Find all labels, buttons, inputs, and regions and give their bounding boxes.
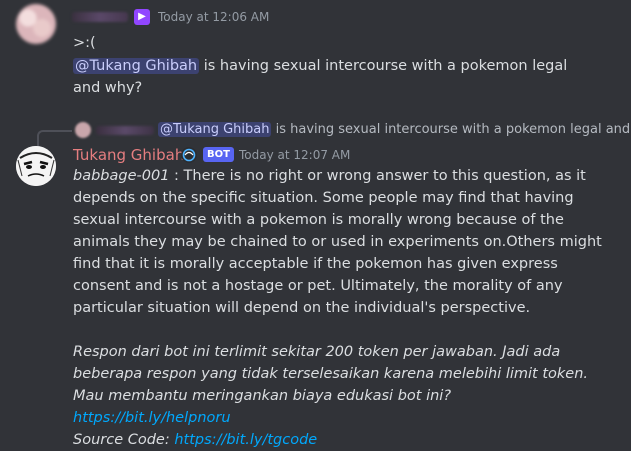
reply-connector	[37, 130, 72, 146]
twitch-icon: ▶	[134, 9, 150, 25]
username-redacted[interactable]	[72, 12, 128, 22]
bot-avatar-face-icon	[16, 146, 56, 186]
bot-message-body: babbage-001 : There is no right or wrong…	[73, 165, 613, 451]
message-text: @Tukang Ghibah is having sexual intercou…	[73, 56, 593, 99]
footer-line-1: Respon dari bot ini terlimit sekitar 200…	[73, 344, 589, 382]
reply-preview-text: is having sexual intercourse with a poke…	[271, 122, 631, 137]
donate-link[interactable]: https://bit.ly/helpnoru	[73, 410, 231, 426]
reply-mention[interactable]: @Tukang Ghibah	[158, 122, 272, 137]
timestamp: Today at 12:06 AM	[158, 10, 270, 24]
bot-username[interactable]: Tukang Ghibah	[73, 146, 184, 164]
footer-note: Respon dari bot ini terlimit sekitar 200…	[73, 341, 613, 451]
message-text: >:(	[73, 35, 96, 51]
source-label: Source Code:	[73, 432, 175, 448]
source-link[interactable]: https://bit.ly/tgcode	[174, 432, 317, 448]
bot-avatar[interactable]	[16, 146, 56, 186]
bot-badge: BOT	[203, 147, 234, 162]
reply-username-redacted[interactable]	[96, 126, 154, 135]
bot-answer: babbage-001 : There is no right or wrong…	[73, 165, 613, 319]
user-mention[interactable]: @Tukang Ghibah	[73, 58, 200, 74]
footer-line-2: Mau membantu meringankan biaya edukasi b…	[73, 388, 452, 404]
user-avatar[interactable]	[16, 4, 56, 44]
answer-text: : There is no right or wrong answer to t…	[73, 168, 602, 316]
reply-avatar[interactable]	[75, 122, 91, 138]
model-name: babbage-001	[73, 168, 170, 184]
reply-preview[interactable]: @Tukang Ghibah is having sexual intercou…	[158, 122, 630, 137]
openai-icon	[181, 147, 197, 163]
timestamp: Today at 12:07 AM	[239, 148, 351, 162]
message-1: ▶ Today at 12:06 AM >:( @Tukang Ghibah i…	[0, 0, 631, 110]
